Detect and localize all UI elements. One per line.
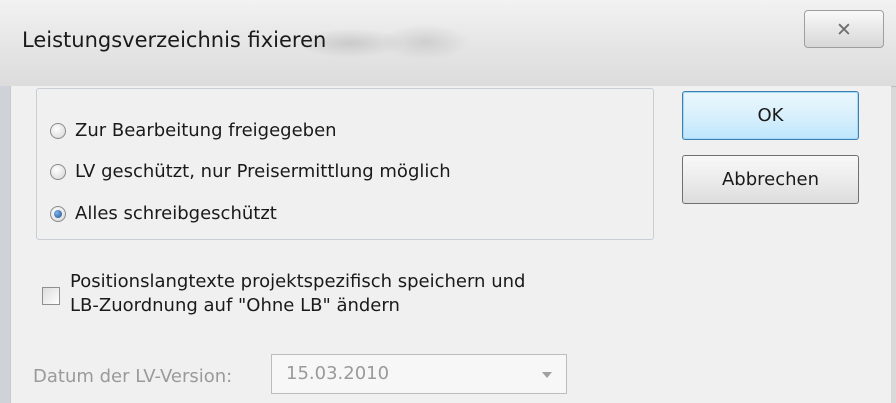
checkbox-label[interactable]: Positionslangtexte projektspezifisch spe… <box>70 270 525 318</box>
date-version-label: Datum der LV-Version: <box>33 366 233 387</box>
radio-label: Zur Bearbeitung freigegeben <box>75 120 337 141</box>
title-bar[interactable]: Leistungsverzeichnis fixieren ✕ <box>0 0 896 87</box>
radio-button[interactable] <box>50 163 66 180</box>
radio-label: LV geschützt, nur Preisermittlung möglic… <box>75 161 451 182</box>
checkbox-label-line1: Positionslangtexte projektspezifisch spe… <box>70 271 526 292</box>
date-version-value: 15.03.2010 <box>286 363 390 384</box>
title-bar-blur <box>380 24 470 60</box>
window-title: Leistungsverzeichnis fixieren <box>22 28 327 52</box>
project-specific-checkbox[interactable] <box>42 287 60 305</box>
radio-option-preisermittlung[interactable]: LV geschützt, nur Preisermittlung möglic… <box>50 161 451 182</box>
checkbox-label-line2: LB-Zuordnung auf "Ohne LB" ändern <box>70 295 400 316</box>
radio-option-freigegeben[interactable]: Zur Bearbeitung freigegeben <box>50 120 337 141</box>
radio-button-selected[interactable] <box>50 205 66 222</box>
chevron-down-icon[interactable] <box>542 372 552 378</box>
radio-button[interactable] <box>50 122 66 139</box>
close-button[interactable]: ✕ <box>804 10 884 48</box>
date-version-combobox[interactable]: 15.03.2010 <box>271 354 567 394</box>
radio-label: Alles schreibgeschützt <box>75 203 277 224</box>
window-left-edge <box>0 86 10 403</box>
radio-option-schreibgeschuetzt[interactable]: Alles schreibgeschützt <box>50 203 277 224</box>
ok-button[interactable]: OK <box>682 91 859 140</box>
cancel-button[interactable]: Abbrechen <box>682 155 859 204</box>
close-icon: ✕ <box>836 19 852 41</box>
